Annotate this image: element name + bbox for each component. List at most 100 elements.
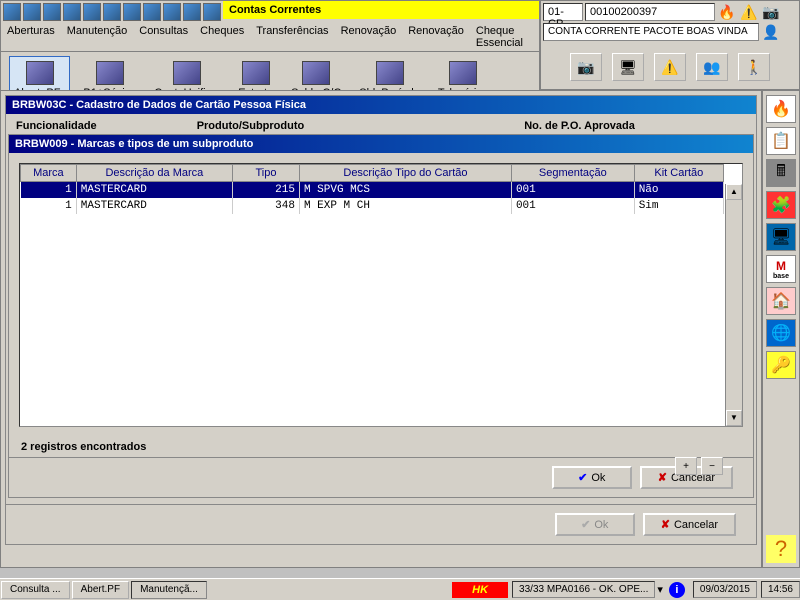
main-menu: Aberturas Manutenção Consultas Cheques T… <box>1 23 539 52</box>
scroll-down-button[interactable]: ▼ <box>726 410 742 426</box>
add-row-button[interactable]: + <box>675 457 697 475</box>
table-cell: 1 <box>21 182 77 199</box>
table-cell: 001 <box>511 182 634 199</box>
tool-icon[interactable] <box>63 3 81 21</box>
tool-icon[interactable] <box>83 3 101 21</box>
menu-transferencias[interactable]: Transferências <box>250 23 334 51</box>
outer-cancel-button[interactable]: ✘Cancelar <box>643 513 736 536</box>
remove-row-button[interactable]: − <box>701 457 723 475</box>
tool-icon[interactable] <box>163 3 181 21</box>
screen-button[interactable]: 🖥 <box>612 53 644 81</box>
table-row[interactable]: 1MASTERCARD348M EXP M CH001Sim <box>21 198 724 214</box>
menu-cheque-essencial[interactable]: Cheque Essencial <box>470 23 539 51</box>
fire-icon[interactable]: 🔥 <box>717 3 737 21</box>
col-marca[interactable]: Marca <box>21 165 77 182</box>
account-number: 00100200397 <box>585 3 715 21</box>
records-status: 2 registros encontrados <box>9 437 753 457</box>
outer-window-title: BRBW03C - Cadastro de Dados de Cartão Pe… <box>6 96 756 114</box>
menu-cheques[interactable]: Cheques <box>194 23 250 51</box>
coins-icon <box>302 61 330 85</box>
table-cell: 215 <box>233 182 300 199</box>
hk-badge: HK <box>452 582 508 598</box>
field-label: Funcionalidade <box>16 120 97 132</box>
coins-icon <box>376 61 404 85</box>
vertical-scrollbar[interactable]: ▲ ▼ <box>725 184 742 426</box>
people-button[interactable]: 👥 <box>696 53 728 81</box>
tool-icon[interactable] <box>203 3 221 21</box>
col-kit[interactable]: Kit Cartão <box>634 165 723 182</box>
data-table-container: Marca Descrição da Marca Tipo Descrição … <box>19 163 743 427</box>
tool-icon[interactable] <box>3 3 21 21</box>
task-consulta[interactable]: Consulta ... <box>1 581 70 599</box>
table-cell: 1 <box>21 198 77 214</box>
book-icon <box>449 61 477 85</box>
col-tipo[interactable]: Tipo <box>233 165 300 182</box>
doc-icon[interactable]: 📋 <box>766 127 796 155</box>
warning-icon[interactable]: ⚠️ <box>739 3 759 21</box>
tool-icon[interactable] <box>123 3 141 21</box>
status-text: 33/33 MPA0166 - OK. OPE... <box>512 581 655 598</box>
account-code: 01-CP <box>543 3 583 21</box>
account-desc: CONTA CORRENTE PACOTE BOAS VINDA <box>543 23 759 41</box>
field-label: Produto/Subproduto <box>197 120 305 132</box>
menu-renovacao[interactable]: Renovação <box>335 23 403 51</box>
table-cell: Não <box>634 182 723 199</box>
data-table: Marca Descrição da Marca Tipo Descrição … <box>20 164 724 214</box>
camera-button[interactable]: 📷 <box>570 53 602 81</box>
document-icon <box>242 61 270 85</box>
puzzle-icon[interactable]: 🧩 <box>766 191 796 219</box>
camera-icon[interactable]: 📷 <box>761 3 781 21</box>
tool-icon[interactable] <box>183 3 201 21</box>
table-cell: MASTERCARD <box>76 182 232 199</box>
table-cell: 001 <box>511 198 634 214</box>
calculator-icon[interactable]: 🖩 <box>766 159 796 187</box>
help-icon[interactable]: ? <box>766 535 796 563</box>
right-toolbar: 🔥 📋 🖩 🧩 🖥 Mbase 🏠 🌐 🔑 ? <box>762 90 800 568</box>
check-icon: ✔ <box>578 471 587 484</box>
table-cell: 348 <box>233 198 300 214</box>
menu-manutencao[interactable]: Manutenção <box>61 23 134 51</box>
globe-icon[interactable]: 🌐 <box>766 319 796 347</box>
person-icon[interactable]: 👤 <box>761 23 781 41</box>
table-row[interactable]: 1MASTERCARD215M SPVG MCS001Não <box>21 182 724 199</box>
x-icon: ✘ <box>658 471 667 484</box>
tool-icon[interactable] <box>103 3 121 21</box>
time-display: 14:56 <box>761 581 800 598</box>
outer-ok-button: ✔Ok <box>555 513 635 536</box>
check-icon: ✔ <box>581 518 590 531</box>
field-label: No. de P.O. Aprovada <box>524 120 635 132</box>
menu-consultas[interactable]: Consultas <box>133 23 194 51</box>
inner-window-title: BRBW009 - Marcas e tipos de um subprodut… <box>9 135 753 153</box>
task-manutencao[interactable]: Manutençã... <box>131 581 207 599</box>
taskbar: Consulta ... Abert.PF Manutençã... HK 33… <box>0 578 800 600</box>
calendar-icon <box>96 61 124 85</box>
col-segmentacao[interactable]: Segmentação <box>511 165 634 182</box>
table-cell: M EXP M CH <box>299 198 511 214</box>
menu-aberturas[interactable]: Aberturas <box>1 23 61 51</box>
inner-ok-button[interactable]: ✔Ok <box>552 466 632 489</box>
warning-button[interactable]: ⚠️ <box>654 53 686 81</box>
mbase-icon[interactable]: Mbase <box>766 255 796 283</box>
small-tool-icons <box>1 1 223 23</box>
table-cell: Sim <box>634 198 723 214</box>
table-cell: MASTERCARD <box>76 198 232 214</box>
monitor-icon[interactable]: 🖥 <box>766 223 796 251</box>
x-icon: ✘ <box>661 518 670 531</box>
calendar-icon <box>26 61 54 85</box>
home-icon[interactable]: 🏠 <box>766 287 796 315</box>
tool-icon[interactable] <box>23 3 41 21</box>
scroll-up-button[interactable]: ▲ <box>726 184 742 200</box>
person-button[interactable]: 🚶 <box>738 53 770 81</box>
tool-icon[interactable] <box>143 3 161 21</box>
table-cell: M SPVG MCS <box>299 182 511 199</box>
info-icon[interactable]: i <box>669 582 685 598</box>
task-abert-pf[interactable]: Abert.PF <box>72 581 129 599</box>
tool-icon[interactable] <box>43 3 61 21</box>
menu-renovacao2[interactable]: Renovação <box>402 23 470 51</box>
key-icon[interactable]: 🔑 <box>766 351 796 379</box>
flame-icon[interactable]: 🔥 <box>766 95 796 123</box>
col-desc-marca[interactable]: Descrição da Marca <box>76 165 232 182</box>
app-title: Contas Correntes <box>223 1 539 19</box>
dropdown-icon[interactable]: ▾ <box>655 583 665 596</box>
col-desc-tipo[interactable]: Descrição Tipo do Cartão <box>299 165 511 182</box>
